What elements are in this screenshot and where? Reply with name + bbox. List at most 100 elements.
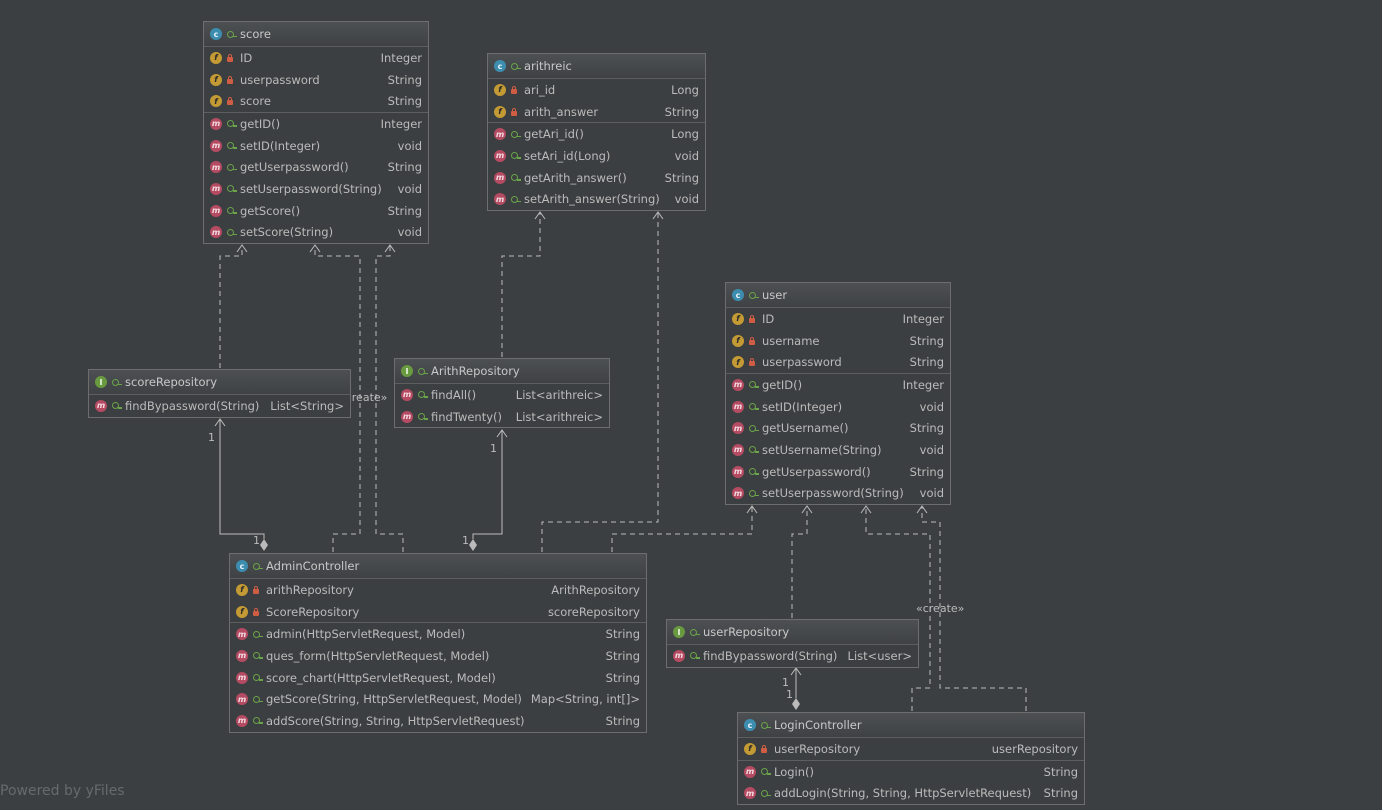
node-header: c arithreic: [488, 54, 705, 79]
field-icon: f: [494, 83, 506, 96]
class-icon: c: [744, 719, 756, 731]
method-icon: m: [732, 487, 744, 500]
method-row: m getID() Integer: [732, 377, 944, 392]
field-row: f arithRepository ArithRepository: [230, 579, 646, 601]
method-icon: m: [236, 671, 248, 684]
method-icon: m: [210, 226, 222, 239]
public-icon: [226, 185, 237, 193]
public-icon: [226, 163, 237, 171]
methods-section: m getID() Integer m setID(Integer) void m get…: [204, 113, 428, 243]
method-icon: m: [236, 693, 248, 706]
method-icon: m: [236, 714, 248, 727]
node-header: c AdminController: [230, 554, 646, 579]
fields-section: f userRepository userRepository: [738, 738, 1084, 761]
public-icon: [111, 402, 122, 410]
method-row: m admin(HttpServletRequest, Model) String: [236, 627, 640, 642]
methods-section: m Login() String m addLogin(String, String,…: [738, 761, 1084, 804]
public-icon: [760, 768, 771, 776]
method-row: m setArith_answer(String) void: [494, 192, 699, 207]
method-row: m getScore(String, HttpServletRequest, Mo…: [236, 692, 640, 707]
field-row: f ID Integer: [726, 308, 950, 330]
fields-section: f ari_id Long f arith_answer String: [488, 79, 705, 124]
class-node-arithreic[interactable]: c arithreic f ari_id Long f arith_answer Str…: [487, 53, 706, 212]
private-icon: [226, 53, 234, 62]
node-header: c user: [726, 283, 950, 308]
methods-section: m getID() Integer m setID(Integer) void m get…: [726, 374, 950, 504]
interface-node-scorerepository[interactable]: I scoreRepository m findBypassword(String…: [88, 369, 351, 418]
field-row: f score String: [204, 90, 428, 112]
composition-diamond: [469, 539, 477, 551]
class-node-logincontroller[interactable]: c LoginController f userRepository userRep…: [737, 712, 1085, 806]
public-icon: [417, 391, 428, 399]
multiplicity-label: 1: [490, 442, 497, 455]
class-name: user: [762, 288, 788, 302]
method-row: m getUsername() String: [732, 421, 944, 436]
method-row: m getUserpassword() String: [210, 160, 422, 175]
method-row: m setID(Integer) void: [210, 138, 422, 153]
interface-node-arithrepository[interactable]: I ArithRepository m findAll() List<arithre…: [394, 358, 610, 429]
class-name: arithreic: [524, 59, 572, 73]
private-icon: [252, 585, 260, 594]
multiplicity-label: 1: [786, 688, 793, 701]
method-icon: m: [744, 765, 756, 778]
node-header: c score: [204, 22, 428, 47]
method-icon: m: [732, 443, 744, 456]
class-node-user[interactable]: c user f ID Integer f username String f userp…: [725, 282, 951, 506]
interface-icon: I: [95, 376, 107, 388]
public-icon: [226, 228, 237, 236]
public-icon: [252, 695, 263, 703]
public-icon: [748, 381, 759, 389]
multiplicity-label: 1: [462, 534, 469, 547]
private-icon: [252, 607, 260, 616]
public-icon: [226, 207, 237, 215]
composition-diamond: [792, 698, 800, 710]
methods-section: m getAri_id() Long m setAri_id(Long) void mg…: [488, 123, 705, 210]
field-icon: f: [732, 312, 744, 325]
private-icon: [748, 358, 756, 367]
public-icon: [510, 195, 521, 203]
method-row: m addLogin(String, String, HttpServletReq…: [744, 786, 1078, 801]
public-icon: [510, 130, 521, 138]
method-row: m score_chart(HttpServletRequest, Model) S…: [236, 670, 640, 685]
class-node-admincontroller[interactable]: c AdminController f arithRepository ArithR…: [229, 553, 647, 733]
interface-icon: I: [673, 626, 685, 638]
methods-section: m findBypassword(String) List<String>: [89, 395, 350, 417]
create-stereotype-label: «create»: [916, 602, 965, 615]
method-icon: m: [210, 117, 222, 130]
public-icon: [111, 378, 122, 386]
public-icon: [760, 789, 771, 797]
field-icon: f: [732, 334, 744, 347]
private-icon: [510, 85, 518, 94]
public-icon: [748, 446, 759, 454]
class-node-score[interactable]: c score f ID Integer f userpassword String f…: [203, 21, 429, 245]
field-row: f username String: [726, 330, 950, 352]
interface-icon: I: [401, 365, 413, 377]
field-icon: f: [236, 605, 248, 618]
fields-section: f arithRepository ArithRepository f ScoreRe…: [230, 579, 646, 624]
method-icon: m: [494, 149, 506, 162]
method-icon: m: [95, 399, 107, 412]
field-icon: f: [210, 51, 222, 64]
fields-section: f ID Integer f userpassword String f score Str…: [204, 47, 428, 114]
public-icon: [748, 468, 759, 476]
public-icon: [510, 62, 521, 70]
public-icon: [417, 413, 428, 421]
private-icon: [226, 97, 234, 106]
field-row: f ari_id Long: [488, 79, 705, 101]
method-icon: m: [732, 465, 744, 478]
public-icon: [510, 152, 521, 160]
method-row: m getScore() String: [210, 203, 422, 218]
multiplicity-label: 1: [208, 431, 215, 444]
method-icon: m: [210, 139, 222, 152]
field-row: f ID Integer: [204, 47, 428, 69]
public-icon: [748, 403, 759, 411]
edge-scorerepo-score: [219, 245, 243, 368]
field-row: f arith_answer String: [488, 101, 705, 123]
private-icon: [510, 107, 518, 116]
public-icon: [226, 30, 237, 38]
public-icon: [252, 630, 263, 638]
interface-node-userrepository[interactable]: I userRepository m findBypassword(String)…: [666, 619, 919, 668]
private-icon: [748, 314, 756, 323]
method-row: m findBypassword(String) List<user>: [673, 648, 912, 663]
method-icon: m: [401, 388, 413, 401]
